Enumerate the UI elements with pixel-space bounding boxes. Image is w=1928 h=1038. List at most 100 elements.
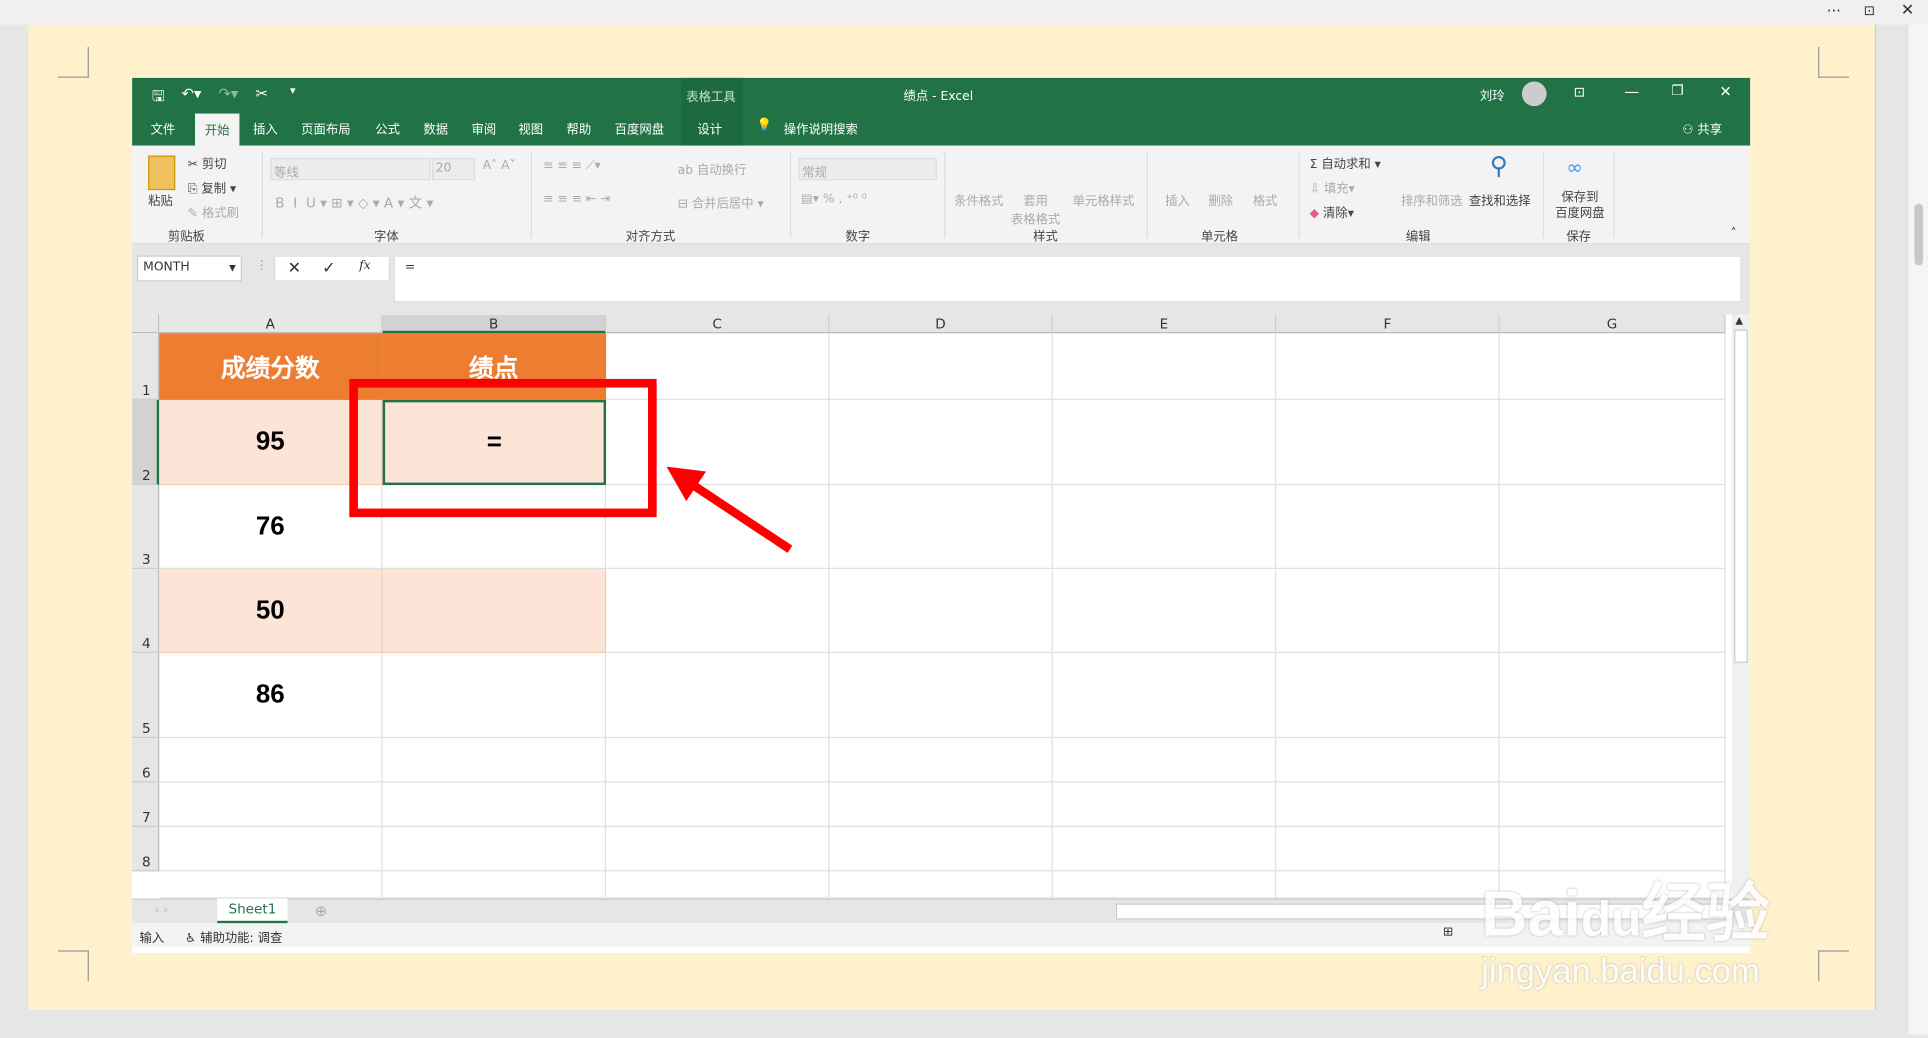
column-header-F[interactable]: F bbox=[1276, 314, 1500, 334]
vertical-align-icons[interactable]: ≡ ≡ ≡ ⟋▾ bbox=[543, 159, 601, 173]
collapse-ribbon-icon[interactable]: ˄ bbox=[1730, 227, 1736, 241]
close-icon[interactable]: ✕ bbox=[1719, 83, 1731, 100]
column-header-D[interactable]: D bbox=[829, 314, 1053, 334]
tab-formulas[interactable]: 公式 bbox=[375, 118, 400, 137]
cell-D9[interactable] bbox=[829, 871, 1053, 899]
cancel-icon[interactable]: ✕ bbox=[288, 259, 301, 278]
normal-view-icon[interactable]: ⊞ bbox=[1443, 926, 1453, 940]
cell-B4[interactable] bbox=[382, 569, 607, 653]
cell-E1[interactable] bbox=[1052, 333, 1277, 400]
cell-F2[interactable] bbox=[1276, 399, 1500, 486]
cell-F6[interactable] bbox=[1276, 738, 1500, 783]
tab-home[interactable]: 开始 bbox=[195, 113, 240, 146]
cell-G7[interactable] bbox=[1499, 782, 1726, 827]
tab-help[interactable]: 帮助 bbox=[567, 118, 592, 137]
row-header-1[interactable]: 1 bbox=[132, 333, 160, 400]
delete-cells-button[interactable]: 删除 bbox=[1208, 190, 1233, 209]
cell-F9[interactable] bbox=[1276, 871, 1500, 899]
cell-styles-button[interactable]: 单元格样式 bbox=[1073, 190, 1135, 209]
cut-icon[interactable]: ✂ bbox=[256, 85, 268, 102]
close-icon[interactable]: ✕ bbox=[1901, 1, 1914, 20]
cell-F4[interactable] bbox=[1276, 569, 1500, 653]
cell-D7[interactable] bbox=[829, 782, 1053, 827]
tab-design[interactable]: 设计 bbox=[697, 118, 722, 137]
page-scrollbar[interactable] bbox=[1906, 24, 1928, 1035]
cell-D8[interactable] bbox=[829, 826, 1053, 872]
avatar[interactable] bbox=[1521, 81, 1547, 107]
row-header-7[interactable]: 7 bbox=[132, 782, 160, 827]
cell-B9[interactable] bbox=[382, 871, 607, 899]
cell-E5[interactable] bbox=[1052, 652, 1277, 739]
sheet-tab[interactable]: Sheet1 bbox=[217, 898, 288, 924]
cell-E9[interactable] bbox=[1052, 871, 1277, 899]
cell-B5[interactable] bbox=[382, 652, 607, 739]
cell-G1[interactable] bbox=[1499, 333, 1726, 400]
cell-C5[interactable] bbox=[606, 652, 830, 739]
cell-C9[interactable] bbox=[606, 871, 830, 899]
insert-cells-button[interactable]: 插入 bbox=[1165, 190, 1190, 209]
cell-D2[interactable] bbox=[829, 399, 1053, 486]
merge-center-button[interactable]: ⊟ 合并后居中 ▾ bbox=[678, 193, 764, 211]
cell-F5[interactable] bbox=[1276, 652, 1500, 739]
sort-filter-button[interactable]: 排序和筛选 bbox=[1401, 190, 1463, 209]
cell-A9[interactable] bbox=[159, 871, 383, 899]
number-format-icons[interactable]: ▤▾ % , ⁺⁰ ⁰ bbox=[801, 193, 867, 207]
undo-icon[interactable]: ↶▾ bbox=[181, 85, 201, 102]
row-header-3[interactable]: 3 bbox=[132, 485, 160, 570]
cell-C6[interactable] bbox=[606, 738, 830, 783]
cell-F3[interactable] bbox=[1276, 485, 1500, 570]
restore-icon[interactable]: ❐ bbox=[1671, 83, 1683, 99]
tab-data[interactable]: 数据 bbox=[423, 118, 448, 137]
row-header-8[interactable]: 8 bbox=[132, 826, 160, 872]
cell-D5[interactable] bbox=[829, 652, 1053, 739]
bold-italic-underline-icons[interactable]: B I U ▾ ⊞ ▾ ◇ ▾ A ▾ 文 ▾ bbox=[275, 193, 433, 213]
cell-F8[interactable] bbox=[1276, 826, 1500, 872]
column-header-A[interactable]: A bbox=[159, 314, 383, 334]
cell-C4[interactable] bbox=[606, 569, 830, 653]
minimize-icon[interactable]: — bbox=[1624, 83, 1639, 100]
cell-E3[interactable] bbox=[1052, 485, 1277, 570]
cell-D6[interactable] bbox=[829, 738, 1053, 783]
cell-G5[interactable] bbox=[1499, 652, 1726, 739]
accessibility-status[interactable]: ♿ 辅助功能: 调查 bbox=[185, 927, 282, 946]
tab-file[interactable]: 文件 bbox=[151, 118, 176, 137]
cell-B7[interactable] bbox=[382, 782, 607, 827]
cell-C7[interactable] bbox=[606, 782, 830, 827]
cell-B6[interactable] bbox=[382, 738, 607, 783]
cell-E2[interactable] bbox=[1052, 399, 1277, 486]
cell-G2[interactable] bbox=[1499, 399, 1726, 486]
font-size-select[interactable]: 20 bbox=[432, 157, 476, 181]
customize-icon[interactable]: ▾ bbox=[290, 85, 296, 97]
enter-icon[interactable]: ✓ bbox=[322, 259, 335, 278]
name-box[interactable]: MONTH ▼ bbox=[137, 255, 242, 282]
more-icon[interactable]: ··· bbox=[1827, 2, 1841, 19]
autosum-button[interactable]: Σ 自动求和 ▾ bbox=[1310, 153, 1381, 172]
add-sheet-icon[interactable]: ⊕ bbox=[315, 902, 327, 919]
clear-button[interactable]: ◆ 清除▾ bbox=[1310, 202, 1354, 221]
tab-insert[interactable]: 插入 bbox=[253, 118, 278, 137]
cell-G8[interactable] bbox=[1499, 826, 1726, 872]
user-name[interactable]: 刘玲 bbox=[1480, 85, 1505, 104]
column-header-E[interactable]: E bbox=[1052, 314, 1277, 334]
column-header-B[interactable]: B bbox=[382, 314, 607, 334]
cell-E6[interactable] bbox=[1052, 738, 1277, 783]
paste-button[interactable]: 粘贴 bbox=[148, 190, 173, 209]
font-grow-shrink-icon[interactable]: A˄ A˅ bbox=[483, 159, 516, 173]
cell-B8[interactable] bbox=[382, 826, 607, 872]
row-header-2[interactable]: 2 bbox=[132, 399, 160, 486]
fill-button[interactable]: ⇩ 填充▾ bbox=[1310, 178, 1355, 197]
cell-D1[interactable] bbox=[829, 333, 1053, 400]
tab-view[interactable]: 视图 bbox=[518, 118, 543, 137]
vertical-scrollbar[interactable]: ▲ bbox=[1731, 314, 1751, 899]
tab-baidu-netdisk[interactable]: 百度网盘 bbox=[615, 118, 664, 137]
row-header-6[interactable]: 6 bbox=[132, 738, 160, 783]
select-all-button[interactable] bbox=[132, 314, 160, 334]
ribbon-display-icon[interactable]: ⊡ bbox=[1574, 84, 1585, 100]
cell-F7[interactable] bbox=[1276, 782, 1500, 827]
cell-D3[interactable] bbox=[829, 485, 1053, 570]
cell-A7[interactable] bbox=[159, 782, 383, 827]
format-cells-button[interactable]: 格式 bbox=[1253, 190, 1278, 209]
format-as-table-button[interactable]: 套用 表格格式 bbox=[1011, 190, 1060, 227]
tell-me-search[interactable]: 操作说明搜索 bbox=[784, 118, 858, 137]
row-header-4[interactable]: 4 bbox=[132, 569, 160, 653]
